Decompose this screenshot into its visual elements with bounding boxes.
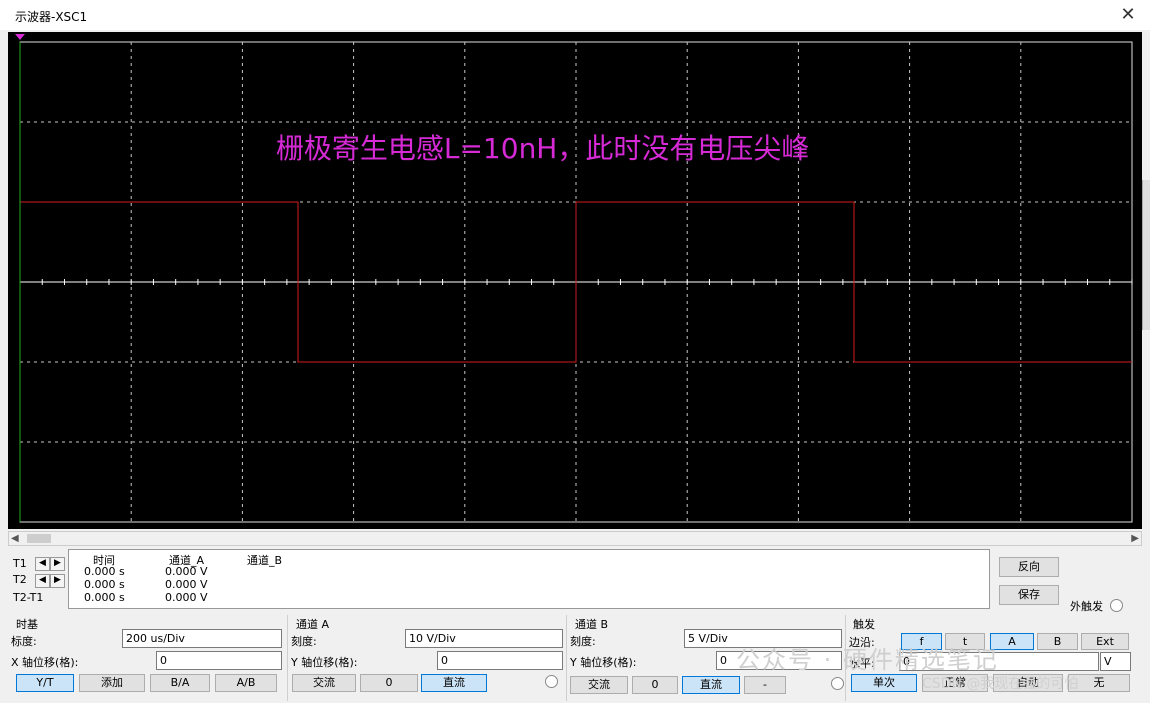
b-over-a-button[interactable]: B/A (150, 674, 210, 692)
trigger-level-unit[interactable]: V (1100, 652, 1131, 671)
channel-a-scale-label: 刻度: (291, 635, 317, 648)
channel-a-scale-field[interactable]: 10 V/Div (405, 629, 563, 648)
t2-label: T2 (13, 573, 27, 586)
x-position-label: X 轴位移(格): (11, 656, 79, 669)
single-mode-button[interactable]: 单次 (851, 674, 917, 692)
cursor-controls: T1 ◀ ▶ T2 ◀ ▶ T2-T1 (8, 549, 68, 609)
watermark-text: 公众号 · 硬件精选笔记 (736, 646, 999, 674)
channel-a-zero-button[interactable]: 0 (360, 674, 418, 692)
title-bar: 示波器-XSC1 ✕ (0, 0, 1150, 30)
scroll-thumb[interactable] (27, 534, 51, 543)
channel-b-dc-button[interactable]: 直流 (682, 676, 740, 694)
save-button[interactable]: 保存 (999, 585, 1059, 605)
x-position-field[interactable]: 0 (156, 651, 282, 670)
timebase-label: 时基 (16, 618, 38, 631)
channel-b-scale-label: 刻度: (570, 635, 596, 648)
reverse-button[interactable]: 反向 (999, 557, 1059, 577)
timebase-scale-label: 标度: (11, 635, 37, 648)
scroll-left-icon[interactable]: ◀ (11, 532, 19, 545)
horizontal-scrollbar[interactable]: ◀ ▶ (8, 531, 1142, 546)
divider (287, 615, 288, 701)
channel-b-radio[interactable] (831, 677, 844, 690)
t2-time: 0.000 s (84, 578, 125, 591)
channel-a-dc-button[interactable]: 直流 (421, 674, 487, 692)
header-channel-b: 通道_B (247, 554, 283, 567)
trigger-label: 触发 (853, 618, 875, 631)
measurement-table: 时间 通道_A 通道_B 0.000 s 0.000 V 0.000 s 0.0… (68, 549, 990, 609)
channel-a-label: 通道 A (296, 618, 330, 631)
window-title: 示波器-XSC1 (15, 10, 88, 24)
channel-b-label: 通道 B (575, 618, 609, 631)
t1-right-arrow-icon[interactable]: ▶ (50, 557, 65, 571)
channel-a-ypos-label: Y 轴位移(格): (291, 656, 358, 669)
channel-a-radio[interactable] (545, 675, 558, 688)
t2-left-arrow-icon[interactable]: ◀ (35, 574, 50, 588)
divider (566, 615, 567, 701)
side-panel-edge (1142, 180, 1150, 330)
t2-t1-time: 0.000 s (84, 591, 125, 604)
add-button[interactable]: 添加 (79, 674, 145, 692)
watermark-subtext: CSDN @我现在强的可怕 (922, 676, 1079, 692)
t2-t1-channel-a: 0.000 V (165, 591, 208, 604)
channel-b-ypos-label: Y 轴位移(格): (570, 656, 637, 669)
scope-display: 栅极寄生电感L=10nH，此时没有电压尖峰 (15, 34, 1133, 523)
oscilloscope-screen: 栅极寄生电感L=10nH，此时没有电压尖峰 (8, 32, 1142, 529)
t2-channel-a: 0.000 V (165, 578, 208, 591)
trigger-source-b-button[interactable]: B (1037, 633, 1078, 650)
t2-t1-label: T2-T1 (13, 591, 44, 604)
timebase-scale-field[interactable]: 200 us/Div (122, 629, 282, 648)
cursor-marker-icon (15, 34, 25, 40)
screen-annotation: 栅极寄生电感L=10nH，此时没有电压尖峰 (276, 132, 810, 165)
scroll-right-icon[interactable]: ▶ (1131, 532, 1139, 545)
channel-b-ac-button[interactable]: 交流 (570, 676, 628, 694)
yt-button[interactable]: Y/T (16, 674, 74, 692)
channel-a-ypos-field[interactable]: 0 (437, 651, 563, 670)
a-over-b-button[interactable]: A/B (215, 674, 277, 692)
external-trigger-label: 外触发 (1070, 600, 1103, 613)
t1-left-arrow-icon[interactable]: ◀ (35, 557, 50, 571)
external-trigger-radio[interactable] (1110, 599, 1123, 612)
channel-a-ac-button[interactable]: 交流 (292, 674, 356, 692)
channel-b-zero-button[interactable]: 0 (632, 676, 678, 694)
t1-time: 0.000 s (84, 565, 125, 578)
t2-right-arrow-icon[interactable]: ▶ (50, 574, 65, 588)
channel-b-minus-button[interactable]: - (744, 676, 786, 694)
t1-channel-a: 0.000 V (165, 565, 208, 578)
close-button[interactable]: ✕ (1116, 3, 1140, 27)
t1-label: T1 (13, 557, 27, 570)
trigger-source-ext-button[interactable]: Ext (1081, 633, 1129, 650)
